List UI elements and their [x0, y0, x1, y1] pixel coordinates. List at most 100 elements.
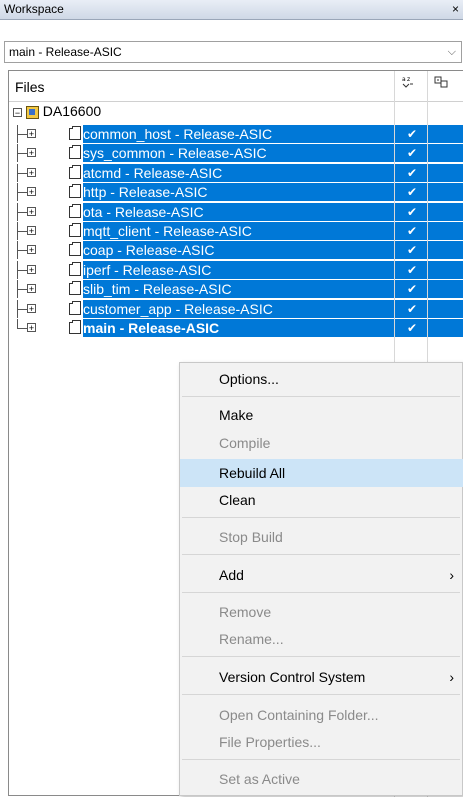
tree-item[interactable]: + ota - Release-ASIC ✔	[9, 203, 463, 221]
checkmark-icon[interactable]: ✔	[407, 183, 417, 201]
checkmark-icon[interactable]: ✔	[407, 125, 417, 143]
tree-line	[17, 231, 27, 232]
tree-item-label: customer_app - Release-ASIC	[83, 300, 275, 318]
menu-item-add-label: Add	[219, 567, 244, 583]
window-title-bar: Workspace ×	[0, 0, 463, 20]
expand-icon[interactable]: +	[27, 187, 36, 197]
selection-fill	[428, 261, 463, 279]
close-icon[interactable]: ×	[452, 0, 459, 19]
tree-item-label: common_host - Release-ASIC	[83, 125, 275, 143]
tree-item[interactable]: + slib_tim - Release-ASIC ✔	[9, 280, 463, 298]
configuration-dropdown[interactable]: main - Release-ASIC ⌵	[4, 41, 462, 63]
expand-icon[interactable]: +	[27, 284, 36, 294]
checkmark-icon[interactable]: ✔	[407, 144, 417, 162]
tree-item-label: sys_common - Release-ASIC	[83, 144, 269, 162]
checkmark-icon[interactable]: ✔	[407, 222, 417, 240]
configuration-value: main - Release-ASIC	[9, 45, 122, 59]
menu-item-clean[interactable]: Clean	[180, 486, 463, 514]
project-icon	[69, 184, 81, 198]
menu-item-add[interactable]: Add ›	[180, 561, 463, 589]
tree-line	[17, 270, 27, 271]
checkmark-icon[interactable]: ✔	[407, 164, 417, 182]
checkmark-icon[interactable]: ✔	[407, 300, 417, 318]
expand-icon[interactable]: +	[27, 129, 36, 139]
window-title: Workspace	[4, 2, 64, 16]
project-icon	[69, 165, 81, 179]
tree-item[interactable]: + mqtt_client - Release-ASIC ✔	[9, 222, 463, 240]
tree-item-label: http - Release-ASIC	[83, 183, 210, 201]
menu-separator	[182, 656, 460, 657]
chevron-down-icon[interactable]: ⌵	[448, 42, 456, 62]
project-icon	[69, 301, 81, 315]
tree-item[interactable]: + coap - Release-ASIC ✔	[9, 241, 463, 259]
submenu-arrow-icon: ›	[449, 669, 454, 685]
menu-item-remove[interactable]: Remove	[180, 598, 463, 626]
expand-icon[interactable]: +	[27, 226, 36, 236]
project-icon	[69, 204, 81, 218]
menu-item-file-properties[interactable]: File Properties...	[180, 728, 463, 756]
expand-icon[interactable]: +	[27, 168, 36, 178]
expand-icon[interactable]: +	[27, 207, 36, 217]
tree-item[interactable]: + common_host - Release-ASIC ✔	[9, 125, 463, 143]
menu-separator	[182, 694, 460, 695]
tree-line	[17, 250, 27, 251]
tree-line	[17, 309, 27, 310]
menu-separator	[182, 517, 460, 518]
build-icon[interactable]	[434, 75, 448, 92]
checkmark-icon[interactable]: ✔	[407, 203, 417, 221]
project-icon	[69, 126, 81, 140]
expand-icon[interactable]: +	[27, 323, 36, 333]
tree-item-label: slib_tim - Release-ASIC	[83, 280, 234, 298]
tree-item[interactable]: + http - Release-ASIC ✔	[9, 183, 463, 201]
menu-item-make[interactable]: Make	[180, 401, 463, 429]
menu-item-set-active[interactable]: Set as Active	[180, 765, 463, 793]
expand-icon[interactable]: +	[27, 304, 36, 314]
context-menu: Options... Make Compile Rebuild All Clea…	[179, 362, 463, 796]
submenu-arrow-icon: ›	[449, 567, 454, 583]
menu-item-vcs-label: Version Control System	[219, 669, 366, 685]
expand-icon[interactable]: +	[27, 265, 36, 275]
tree-item-label: coap - Release-ASIC	[83, 241, 217, 259]
checkmark-icon[interactable]: ✔	[407, 280, 417, 298]
tree-item[interactable]: + sys_common - Release-ASIC ✔	[9, 144, 463, 162]
sort-icon[interactable]: az	[401, 75, 415, 92]
selection-fill	[428, 280, 463, 298]
selection-fill	[428, 203, 463, 221]
selection-fill	[428, 222, 463, 240]
svg-text:z: z	[407, 76, 410, 83]
tree-item[interactable]: + iperf - Release-ASIC ✔	[9, 261, 463, 279]
menu-item-rename[interactable]: Rename...	[180, 625, 463, 653]
menu-item-open-folder[interactable]: Open Containing Folder...	[180, 701, 463, 729]
tree-item-label: atcmd - Release-ASIC	[83, 164, 225, 182]
checkmark-icon[interactable]: ✔	[407, 319, 417, 337]
project-icon	[69, 262, 81, 276]
expand-icon[interactable]: +	[27, 245, 36, 255]
collapse-icon[interactable]: −	[13, 107, 22, 117]
menu-item-version-control[interactable]: Version Control System ›	[180, 663, 463, 691]
menu-item-options[interactable]: Options...	[180, 365, 463, 393]
menu-separator	[182, 759, 460, 760]
tree-line	[17, 134, 27, 135]
selection-fill	[428, 319, 463, 337]
selection-fill	[428, 300, 463, 318]
menu-item-compile[interactable]: Compile	[180, 429, 463, 457]
tree-line	[17, 289, 27, 290]
tree-item[interactable]: + atcmd - Release-ASIC ✔	[9, 164, 463, 182]
checkmark-icon[interactable]: ✔	[407, 261, 417, 279]
menu-item-stop-build[interactable]: Stop Build	[180, 523, 463, 551]
workspace-root[interactable]: − DA16600	[13, 102, 101, 120]
project-icon	[69, 242, 81, 256]
checkmark-icon[interactable]: ✔	[407, 241, 417, 259]
files-column-header[interactable]: Files	[15, 79, 45, 95]
tree-item-label: ota - Release-ASIC	[83, 203, 206, 221]
tree-line	[17, 328, 27, 329]
workspace-icon	[25, 105, 39, 119]
expand-icon[interactable]: +	[27, 148, 36, 158]
tree-item[interactable]: + customer_app - Release-ASIC ✔	[9, 300, 463, 318]
svg-text:a: a	[402, 76, 406, 83]
tree-line	[17, 153, 27, 154]
tree-item-label: mqtt_client - Release-ASIC	[83, 222, 254, 240]
selection-fill	[428, 144, 463, 162]
menu-item-rebuild-all[interactable]: Rebuild All	[180, 459, 463, 487]
tree-item[interactable]: + main - Release-ASIC ✔	[9, 319, 463, 337]
